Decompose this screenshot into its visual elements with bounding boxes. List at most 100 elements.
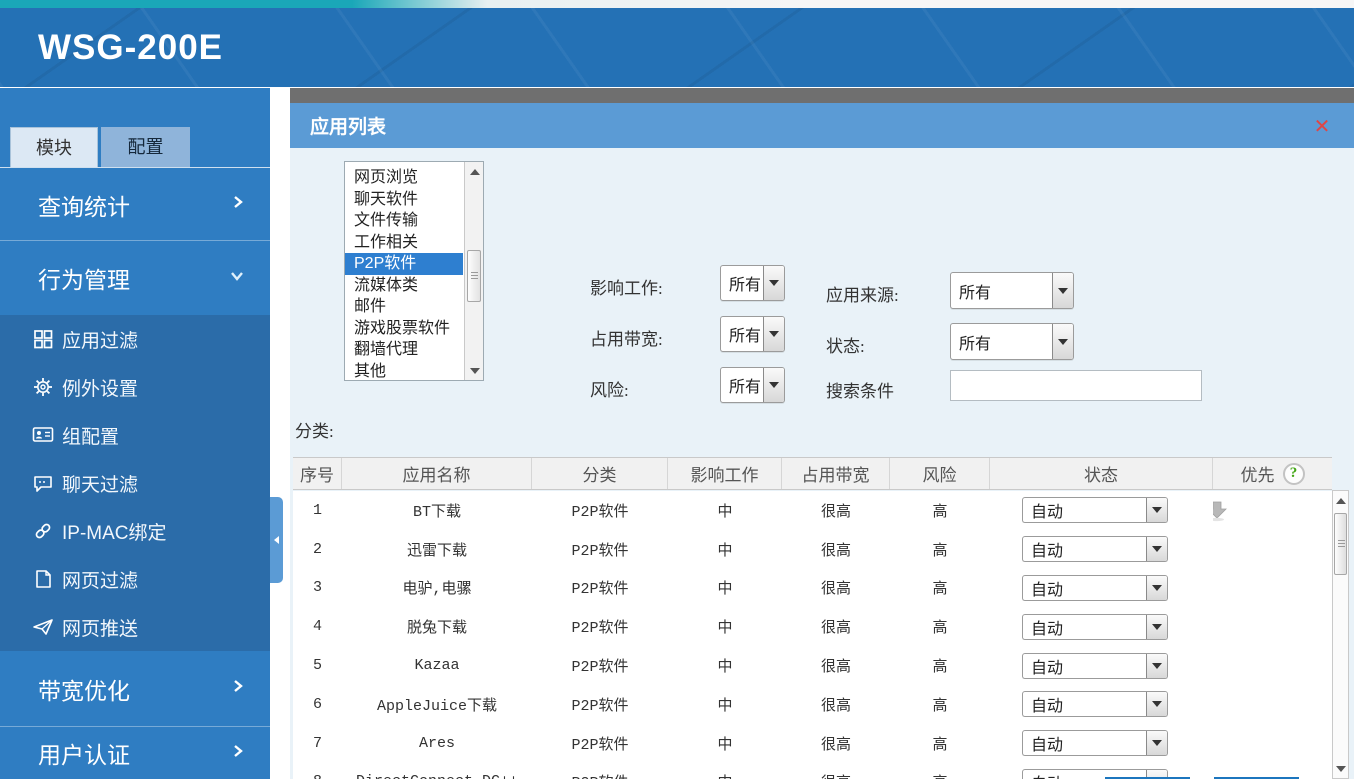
row-status-dropdown[interactable]: 自动 — [1022, 730, 1168, 756]
sidebar-item-exception-settings[interactable]: 例外设置 — [0, 363, 270, 411]
table-row: 5 Kazaa P2P软件 中 很高 高 自动 — [293, 646, 1332, 685]
link-icon — [32, 520, 54, 542]
top-teal-strip — [0, 0, 1354, 8]
category-option[interactable]: 邮件 — [345, 296, 463, 318]
sidebar-item-ip-mac-binding[interactable]: IP-MAC绑定 — [0, 507, 270, 555]
scroll-up-icon[interactable] — [465, 164, 484, 179]
dropdown-caret-icon[interactable] — [1146, 615, 1167, 639]
search-input[interactable] — [950, 370, 1202, 401]
scroll-down-icon[interactable] — [1333, 761, 1348, 776]
gear-icon — [32, 376, 54, 398]
dropdown-caret-icon[interactable] — [1146, 576, 1167, 600]
app-table: 序号 应用名称 分类 影响工作 占用带宽 风险 状态 优先 ? 1 — [293, 457, 1332, 490]
scroll-up-icon[interactable] — [1333, 493, 1348, 508]
table-row: 3 电驴,电骡 P2P软件 中 很高 高 自动 — [293, 569, 1332, 608]
sidebar-item-web-filter[interactable]: 网页过滤 — [0, 555, 270, 603]
dialog-title: 应用列表 — [310, 112, 386, 139]
sidebar: 模块 配置 查询统计 行为管理 应用过滤 — [0, 88, 270, 779]
dropdown-caret-icon[interactable] — [1146, 654, 1167, 678]
dropdown-caret-icon[interactable] — [1052, 273, 1073, 308]
category-option[interactable]: 工作相关 — [345, 232, 463, 254]
id-card-icon — [32, 424, 54, 446]
chevron-right-icon — [232, 744, 244, 763]
sidebar-item-group-config[interactable]: 组配置 — [0, 411, 270, 459]
dropdown-caret-icon[interactable] — [1052, 324, 1073, 359]
close-icon[interactable]: ✕ — [1310, 114, 1334, 138]
dropdown-caret-icon[interactable] — [1146, 692, 1167, 716]
priority-down-icon[interactable] — [1213, 498, 1229, 522]
sidebar-item-chat-filter[interactable]: 聊天过滤 — [0, 459, 270, 507]
app-name: 迅雷下载 — [342, 539, 532, 560]
table-header: 序号 应用名称 分类 影响工作 占用带宽 风险 状态 优先 ? — [293, 457, 1332, 490]
dropdown-caret-icon[interactable] — [763, 368, 784, 402]
category-listbox[interactable]: 网页浏览 聊天软件 文件传输 工作相关 P2P软件 流媒体类 邮件 游戏股票软件… — [344, 161, 484, 381]
sidebar-item-bandwidth-opt[interactable]: 带宽优化 — [0, 651, 270, 726]
category-option[interactable]: 翻墙代理 — [345, 339, 463, 361]
sidebar-item-app-filter[interactable]: 应用过滤 — [0, 315, 270, 363]
sidebar-collapse-handle[interactable] — [270, 497, 283, 583]
dialog-body: 分类: 网页浏览 聊天软件 文件传输 工作相关 P2P软件 流媒体类 邮件 游戏… — [290, 148, 1354, 779]
table-body: 1 BT下载 P2P软件 中 很高 高 自动 2 迅雷下载 P2P软件 — [293, 491, 1332, 779]
source-filter-dropdown[interactable]: 所有 — [950, 272, 1074, 309]
table-row: 1 BT下载 P2P软件 中 很高 高 自动 — [293, 491, 1332, 530]
risk-filter-dropdown[interactable]: 所有 — [720, 367, 785, 403]
row-status-dropdown[interactable]: 自动 — [1022, 614, 1168, 640]
row-status-dropdown[interactable]: 自动 — [1022, 497, 1168, 523]
category-option[interactable]: 其他 — [345, 361, 463, 382]
row-status-dropdown[interactable]: 自动 — [1022, 653, 1168, 679]
row-status-dropdown[interactable]: 自动 — [1022, 575, 1168, 601]
paper-plane-icon — [32, 616, 54, 638]
tab-config[interactable]: 配置 — [101, 127, 190, 167]
category-option[interactable]: 文件传输 — [345, 210, 463, 232]
wsg-200e-app: WSG-200E 模块 配置 查询统计 行为管理 应用过滤 — [0, 0, 1354, 779]
app-name: Kazaa — [342, 657, 532, 674]
table-scrollbar[interactable] — [1332, 490, 1349, 779]
table-row: 6 AppleJuice下载 P2P软件 中 很高 高 自动 — [293, 685, 1332, 724]
category-option[interactable]: 游戏股票软件 — [345, 318, 463, 340]
bandwidth-filter-dropdown[interactable]: 所有 — [720, 316, 785, 352]
category-option-selected[interactable]: P2P软件 — [345, 253, 463, 275]
dropdown-caret-icon[interactable] — [1146, 498, 1167, 522]
app-title: WSG-200E — [38, 28, 223, 68]
dialog-header: 应用列表 ✕ — [290, 103, 1354, 148]
status-filter-dropdown[interactable]: 所有 — [950, 323, 1074, 360]
tab-modules[interactable]: 模块 — [10, 127, 98, 167]
listbox-scrollbar[interactable] — [464, 162, 483, 380]
search-label: 搜索条件 — [826, 377, 894, 402]
scroll-down-icon[interactable] — [465, 363, 484, 378]
table-row: 2 迅雷下载 P2P软件 中 很高 高 自动 — [293, 530, 1332, 569]
left-arrow-icon — [273, 535, 280, 545]
chevron-down-icon — [230, 269, 244, 287]
dropdown-caret-icon[interactable] — [763, 317, 784, 351]
sidebar-item-behavior-mgmt[interactable]: 行为管理 — [0, 241, 270, 315]
scrollbar-thumb[interactable] — [467, 250, 481, 302]
table-row: 7 Ares P2P软件 中 很高 高 自动 — [293, 724, 1332, 763]
app-name: 电驴,电骡 — [342, 577, 532, 598]
behavior-submenu: 应用过滤 例外设置 组配置 聊天过滤 — [0, 315, 270, 651]
row-status-dropdown[interactable]: 自动 — [1022, 536, 1168, 562]
row-status-dropdown[interactable]: 自动 — [1022, 691, 1168, 717]
app-name: 脱兔下载 — [342, 616, 532, 637]
category-option[interactable]: 聊天软件 — [345, 189, 463, 211]
dropdown-caret-icon[interactable] — [1146, 537, 1167, 561]
app-name: AppleJuice下载 — [342, 694, 532, 715]
dialog-drag-bar[interactable] — [290, 88, 1354, 103]
impact-filter-dropdown[interactable]: 所有 — [720, 265, 785, 301]
grid-icon — [32, 328, 54, 350]
dropdown-caret-icon[interactable] — [763, 266, 784, 300]
table-row: 4 脱兔下载 P2P软件 中 很高 高 自动 — [293, 607, 1332, 646]
dropdown-caret-icon[interactable] — [1146, 731, 1167, 755]
app-name: BT下载 — [342, 500, 532, 521]
help-icon[interactable]: ? — [1283, 463, 1305, 485]
sidebar-item-query-stats[interactable]: 查询统计 — [0, 169, 270, 240]
category-option[interactable]: 流媒体类 — [345, 275, 463, 297]
category-option[interactable]: 网页浏览 — [345, 167, 463, 189]
scrollbar-thumb[interactable] — [1334, 513, 1347, 575]
app-name: DirectConnect,DC++ — [342, 773, 532, 779]
chevron-right-icon — [232, 195, 244, 214]
category-label: 分类: — [295, 417, 334, 442]
sidebar-item-user-auth[interactable]: 用户认证 — [0, 727, 270, 779]
app-list-dialog: 应用列表 ✕ 分类: 网页浏览 聊天软件 文件传输 工作相关 P2P软件 流媒体… — [290, 88, 1354, 779]
sidebar-item-web-push[interactable]: 网页推送 — [0, 603, 270, 651]
chevron-right-icon — [232, 679, 244, 698]
